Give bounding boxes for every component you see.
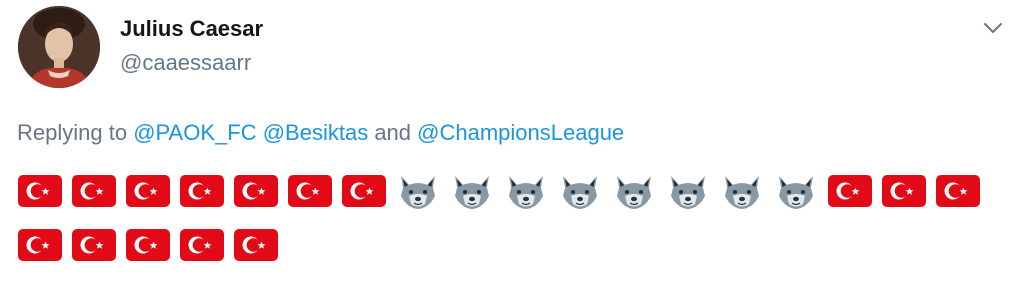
tweet: Julius Caesar @caaessaarr Replying to @P…: [0, 0, 1024, 296]
turkey-flag-emoji-icon: [179, 172, 225, 210]
mention-championsleague[interactable]: @ChampionsLeague: [417, 120, 624, 145]
wolf-face-emoji-icon: [719, 172, 765, 210]
turkey-flag-emoji-icon: [233, 226, 279, 264]
turkey-flag-emoji-icon: [287, 172, 333, 210]
avatar[interactable]: [18, 6, 100, 88]
turkey-flag-emoji-icon: [935, 172, 981, 210]
wolf-face-emoji-icon: [665, 172, 711, 210]
wolf-face-emoji-icon: [449, 172, 495, 210]
turkey-flag-emoji-icon: [71, 226, 117, 264]
wolf-face-emoji-icon: [395, 172, 441, 210]
tweet-menu-button[interactable]: [980, 18, 1006, 38]
chevron-down-icon: [984, 23, 1002, 33]
mention-besiktas[interactable]: @Besiktas: [263, 120, 368, 145]
wolf-face-emoji-icon: [773, 172, 819, 210]
turkey-flag-emoji-icon: [881, 172, 927, 210]
replying-to: Replying to @PAOK_FC @Besiktas and @Cham…: [17, 120, 624, 146]
turkey-flag-emoji-icon: [341, 172, 387, 210]
turkey-flag-emoji-icon: [233, 172, 279, 210]
turkey-flag-emoji-icon: [179, 226, 225, 264]
wolf-face-emoji-icon: [503, 172, 549, 210]
turkey-flag-emoji-icon: [71, 172, 117, 210]
mention-conjunction: and: [368, 120, 418, 145]
user-handle[interactable]: @caaessaarr: [120, 50, 251, 76]
turkey-flag-emoji-icon: [125, 226, 171, 264]
portrait-avatar-icon: [18, 6, 100, 88]
turkey-flag-emoji-icon: [17, 172, 63, 210]
display-name[interactable]: Julius Caesar: [120, 16, 263, 42]
turkey-flag-emoji-icon: [17, 226, 63, 264]
mention-paok[interactable]: @PAOK_FC: [133, 120, 256, 145]
turkey-flag-emoji-icon: [827, 172, 873, 210]
turkey-flag-emoji-icon: [125, 172, 171, 210]
wolf-face-emoji-icon: [557, 172, 603, 210]
wolf-face-emoji-icon: [611, 172, 657, 210]
replying-to-prefix: Replying to: [17, 120, 134, 145]
